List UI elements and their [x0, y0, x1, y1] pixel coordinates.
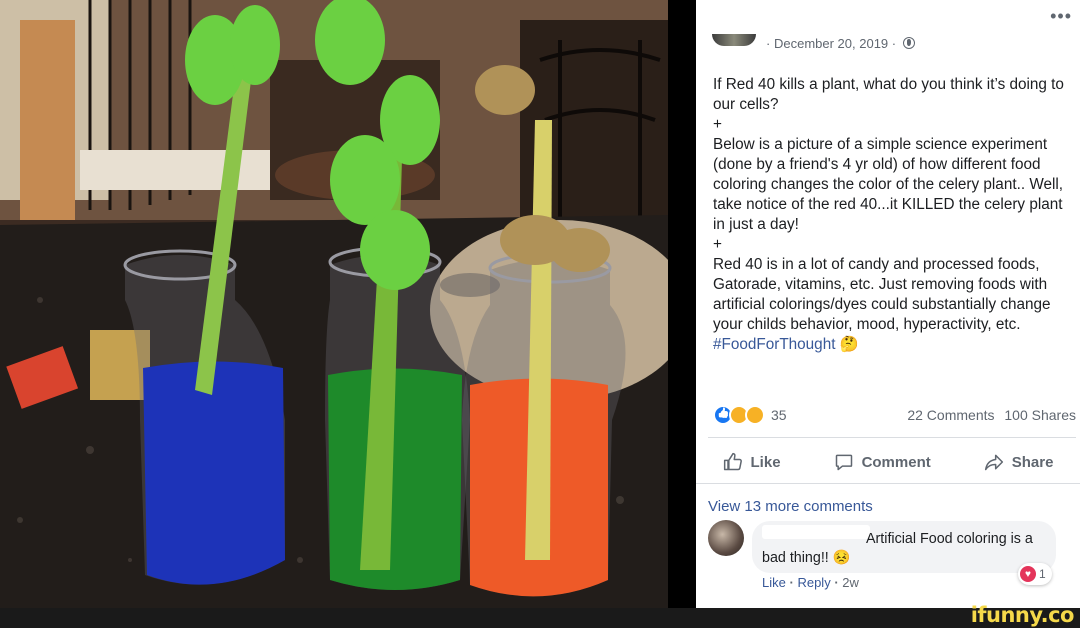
love-reaction-icon: ♥	[1020, 566, 1036, 582]
engagement-counts: 22 Comments 100 Shares	[907, 407, 1076, 423]
hashtag-link[interactable]: #FoodForThought	[713, 336, 835, 353]
comment-label: Comment	[861, 453, 931, 471]
divider	[708, 437, 1076, 438]
like-button[interactable]: Like	[723, 452, 781, 472]
more-options-icon[interactable]: •••	[1050, 6, 1072, 27]
comment-text: Artificial Food coloring is a bad thing!…	[762, 530, 1052, 568]
comment-body: Artificial Food coloring is a bad thing!…	[762, 531, 1033, 566]
comment-like-link[interactable]: Like	[762, 575, 786, 590]
commenter-avatar[interactable]	[708, 520, 744, 556]
watermark-bar	[0, 608, 1080, 628]
comment-actions: Like · Reply · 2w	[762, 575, 859, 590]
comment-reply-link[interactable]: Reply	[797, 575, 830, 590]
post-paragraph-text: Red 40 is in a lot of candy and processe…	[713, 256, 1051, 333]
divider	[696, 483, 1080, 484]
action-bar: Like Comment Share	[696, 447, 1080, 477]
share-label: Share	[1011, 453, 1054, 471]
shares-count[interactable]: 100 Shares	[1004, 407, 1076, 423]
separator: ·	[834, 575, 839, 590]
share-arrow-icon	[984, 454, 1003, 471]
date-suffix: ·	[891, 36, 897, 51]
post-photo[interactable]	[0, 0, 668, 608]
persevering-emoji: 😣	[832, 550, 851, 566]
view-more-comments-link[interactable]: View 13 more comments	[708, 498, 873, 515]
globe-icon	[902, 37, 915, 49]
thumbs-up-icon	[723, 452, 742, 471]
separator: ·	[789, 575, 794, 590]
post-date-text[interactable]: December 20, 2019	[774, 36, 888, 51]
post-paragraph: +	[713, 116, 722, 133]
post-paragraph: +	[713, 236, 722, 253]
comment-button[interactable]: Comment	[834, 452, 931, 472]
post-paragraph: Red 40 is in a lot of candy and processe…	[713, 255, 1078, 355]
reaction-count: 35	[771, 407, 787, 423]
reactions-summary[interactable]: 35	[713, 404, 787, 426]
sad-reaction-icon	[745, 405, 765, 425]
post-timestamp[interactable]: · December 20, 2019 ·	[766, 36, 915, 51]
post-body: If Red 40 kills a plant, what do you thi…	[713, 75, 1078, 355]
comment-reaction-badge[interactable]: ♥ 1	[1018, 563, 1052, 585]
ifunny-watermark: ifunny.co	[970, 603, 1075, 627]
facebook-post: ••• · December 20, 2019 · If Red 40 kill…	[696, 0, 1080, 608]
comments-count[interactable]: 22 Comments	[907, 407, 994, 423]
post-paragraph: Below is a picture of a simple science e…	[713, 136, 1064, 233]
comment-bubble: Artificial Food coloring is a bad thing!…	[752, 521, 1056, 573]
thinking-emoji: 🤔	[839, 336, 859, 353]
comment-reaction-count: 1	[1039, 567, 1046, 581]
celery-experiment-image	[0, 0, 668, 608]
share-button[interactable]: Share	[984, 452, 1054, 472]
comment-time[interactable]: 2w	[842, 575, 859, 590]
author-avatar[interactable]	[712, 34, 756, 46]
like-label: Like	[750, 453, 781, 471]
comment-icon	[835, 454, 852, 471]
date-prefix: ·	[766, 36, 771, 51]
post-paragraph: If Red 40 kills a plant, what do you thi…	[713, 76, 1064, 113]
